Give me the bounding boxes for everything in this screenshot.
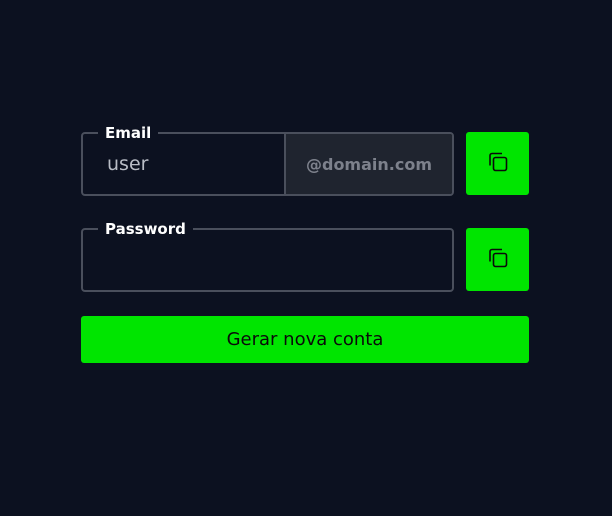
email-input[interactable]: [107, 134, 285, 194]
copy-password-button[interactable]: [466, 228, 529, 291]
email-domain-suffix: @domain.com: [284, 134, 452, 194]
copy-icon: [487, 151, 509, 176]
copy-email-button[interactable]: [466, 132, 529, 195]
email-field: Email @domain.com: [81, 125, 454, 196]
password-input[interactable]: [107, 230, 436, 290]
generate-account-button[interactable]: Gerar nova conta: [81, 316, 529, 363]
password-field: Password: [81, 221, 454, 292]
copy-icon: [487, 247, 509, 272]
